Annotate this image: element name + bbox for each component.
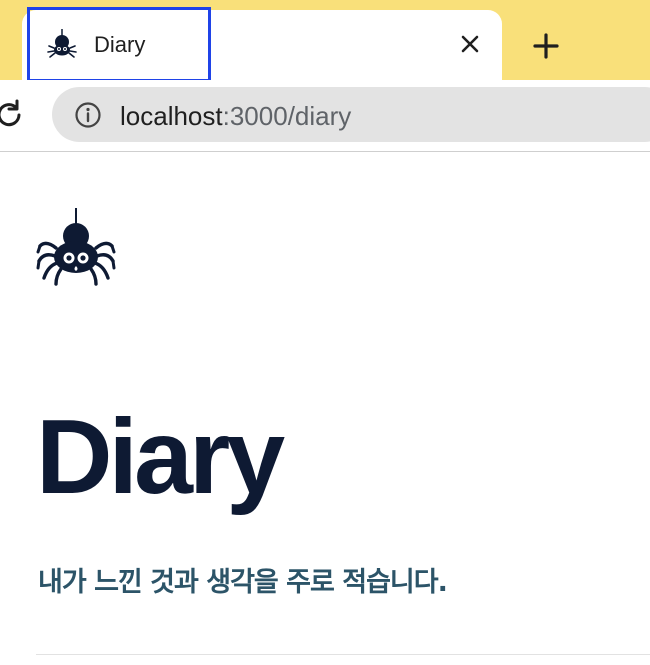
tab-title: Diary (94, 32, 146, 57)
plus-icon (533, 33, 559, 59)
url-text: localhost:3000/diary (120, 101, 351, 132)
url-path: :3000/diary (222, 101, 352, 131)
info-icon[interactable] (74, 101, 102, 129)
browser-toolbar: localhost:3000/diary (0, 80, 650, 152)
page-subtitle: 내가 느낀 것과 생각을 주로 적습니다. (38, 567, 448, 598)
content-divider (36, 654, 650, 655)
spider-logo-icon (36, 208, 116, 286)
spider-icon (47, 29, 77, 58)
address-bar[interactable]: localhost:3000/diary (52, 87, 650, 142)
close-icon (461, 35, 479, 53)
reload-icon[interactable] (0, 98, 26, 132)
page-title: Diary (36, 398, 285, 516)
url-host: localhost (120, 101, 223, 131)
tab-close-button[interactable] (456, 30, 484, 58)
new-tab-button[interactable] (528, 28, 564, 64)
